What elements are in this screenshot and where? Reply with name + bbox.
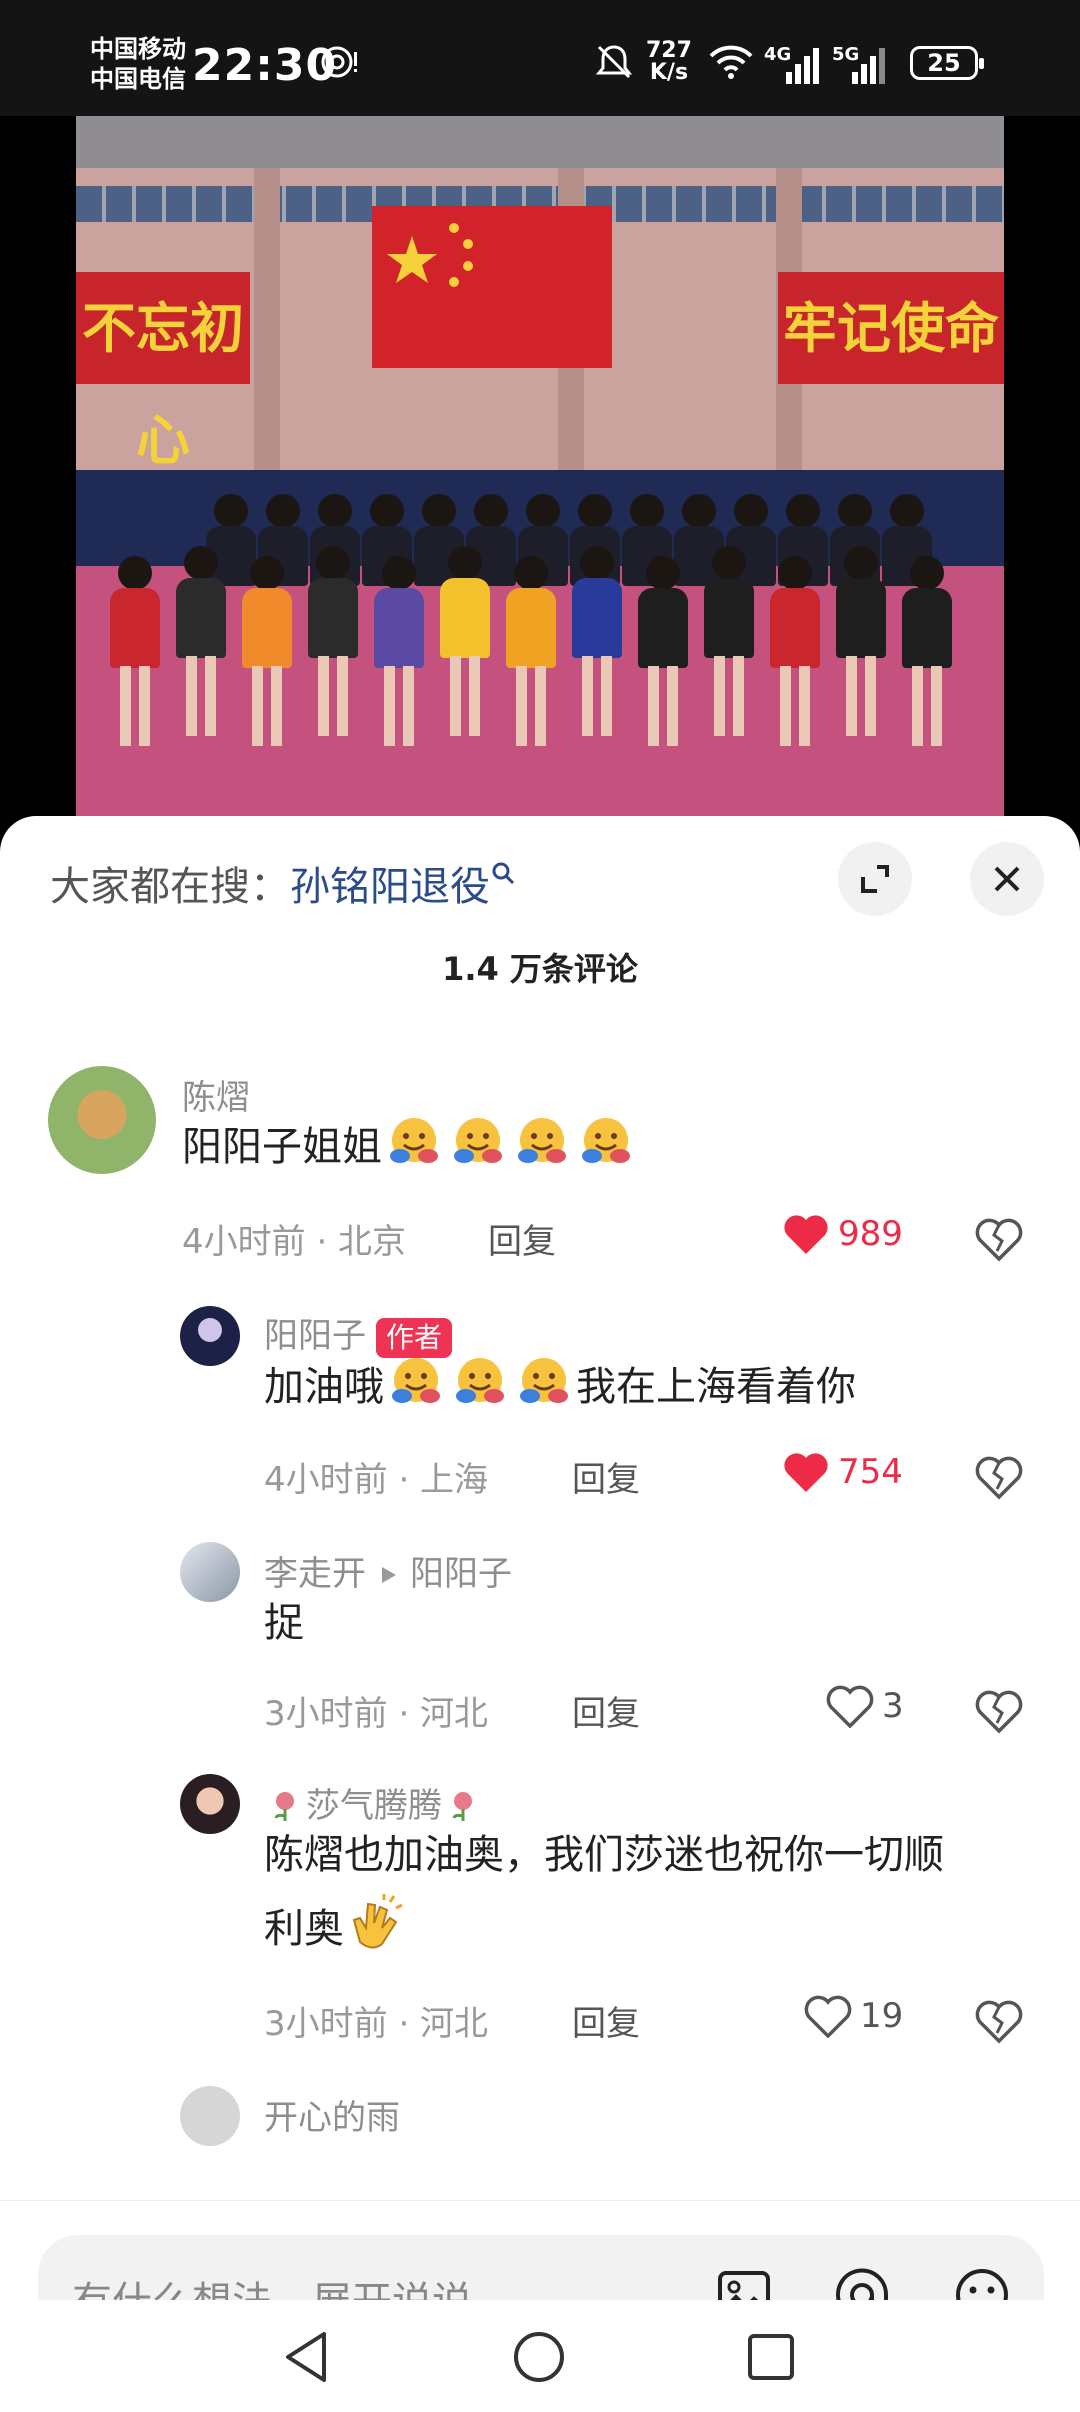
hot-search-keyword[interactable]: 孙铭阳退役	[290, 864, 490, 910]
broken-heart-icon[interactable]	[974, 1686, 1024, 1734]
net-speed-unit: K/s	[649, 60, 689, 85]
china-flag	[372, 206, 612, 368]
net-speed: 727 K/s	[646, 40, 692, 84]
status-bar: 中国移动 中国电信 22:30 727 K/s 4G 5G 25	[0, 0, 1080, 116]
battery-indicator: 25	[910, 46, 984, 80]
back-icon[interactable]	[282, 2330, 332, 2384]
system-nav-bar	[0, 2300, 1080, 2412]
hug-emojis	[384, 1358, 576, 1410]
expand-icon	[861, 865, 889, 893]
comment-text: 加油哦 我在上海看着你	[264, 1350, 856, 1424]
net-speed-value: 727	[646, 38, 692, 63]
home-icon[interactable]	[512, 2330, 566, 2384]
mute-icon	[592, 40, 636, 84]
banner-right: 牢记使命	[778, 272, 1004, 384]
search-icon	[492, 862, 515, 885]
carrier-1: 中国移动	[90, 35, 186, 63]
avatar[interactable]	[180, 1774, 240, 1834]
comment-count: 1.4 万条评论	[442, 950, 638, 988]
reply-to-name: 阳阳子	[410, 1554, 512, 1594]
hug-emojis	[382, 1118, 638, 1170]
hug-emoji	[392, 1358, 440, 1403]
avatar[interactable]	[180, 1542, 240, 1602]
hug-emoji	[390, 1118, 438, 1163]
comment-text-b: 我在上海看着你	[576, 1364, 856, 1410]
post-photo[interactable]: 不忘初心 牢记使命	[76, 116, 1004, 818]
comment-author[interactable]: 开心的雨	[264, 2090, 400, 2139]
avatar[interactable]	[180, 2086, 240, 2146]
signal-icon-1	[786, 44, 819, 84]
carrier-info: 中国移动 中国电信	[90, 34, 186, 94]
pillar	[254, 168, 280, 488]
comment-time-location: 3小时前 · 河北	[264, 2004, 489, 2044]
reply-button[interactable]: 回复	[572, 1996, 640, 2045]
comment-text: 捉	[264, 1600, 304, 1646]
like-count: 19	[860, 1996, 904, 2036]
like-count: 754	[838, 1452, 903, 1492]
comment-text: 陈熠也加油奥，我们莎迷也祝你一切顺 利奥	[264, 1818, 1044, 1966]
expand-button[interactable]	[838, 842, 912, 916]
comment-text-a: 加油哦	[264, 1364, 384, 1410]
recents-icon[interactable]	[746, 2332, 796, 2382]
wifi-icon	[706, 40, 756, 84]
carrier-2: 中国电信	[90, 65, 186, 93]
banner-left: 不忘初心	[76, 272, 250, 472]
heart-icon	[804, 1995, 852, 2038]
reply-button[interactable]: 回复	[488, 1214, 556, 1263]
like-button[interactable]: 19	[804, 1994, 903, 2038]
close-button[interactable]	[970, 842, 1044, 916]
like-count: 3	[882, 1686, 904, 1726]
avatar[interactable]	[48, 1066, 156, 1174]
hot-search[interactable]: 大家都在搜：孙铭阳退役	[50, 854, 516, 912]
comment-text-line1: 陈熠也加油奥，我们莎迷也祝你一切顺	[264, 1832, 944, 1878]
hug-emoji	[520, 1358, 568, 1403]
like-button[interactable]: 3	[826, 1684, 904, 1728]
reply-arrow-icon	[382, 1567, 396, 1583]
reply-button[interactable]: 回复	[572, 1686, 640, 1735]
comment-text-body: 阳阳子姐姐	[182, 1124, 382, 1170]
comments-sheet: 大家都在搜：孙铭阳退役 1.4 万条评论 陈熠 阳阳子姐姐 4小时前 · 北京 …	[0, 816, 1080, 2412]
like-count: 989	[838, 1214, 903, 1254]
comment-time-location: 4小时前 · 北京	[182, 1222, 407, 1262]
like-button[interactable]: 989	[782, 1212, 903, 1256]
comment-text-line2: 利奥	[264, 1906, 344, 1952]
hug-emoji	[456, 1358, 504, 1403]
clap-icon	[352, 1894, 403, 1949]
like-button[interactable]: 754	[782, 1450, 903, 1494]
avatar[interactable]	[180, 1306, 240, 1366]
heart-icon	[784, 1215, 828, 1254]
close-icon	[994, 866, 1020, 892]
broken-heart-icon[interactable]	[974, 1996, 1024, 2044]
hotspot-icon	[316, 40, 362, 84]
comment-text: 阳阳子姐姐	[182, 1110, 638, 1184]
hot-search-prefix: 大家都在搜：	[50, 864, 290, 910]
comment-time-location: 3小时前 · 河北	[264, 1694, 489, 1734]
broken-heart-icon[interactable]	[974, 1214, 1024, 1262]
hug-emoji	[454, 1118, 502, 1163]
signal-icon-2	[852, 44, 885, 84]
clap-emoji	[344, 1894, 408, 1952]
heart-icon	[784, 1453, 828, 1492]
hug-emoji	[582, 1118, 630, 1163]
comment-time-location: 4小时前 · 上海	[264, 1460, 489, 1500]
hug-emoji	[518, 1118, 566, 1163]
reply-button[interactable]: 回复	[572, 1452, 640, 1501]
broken-heart-icon[interactable]	[974, 1452, 1024, 1500]
heart-icon	[826, 1685, 874, 1728]
